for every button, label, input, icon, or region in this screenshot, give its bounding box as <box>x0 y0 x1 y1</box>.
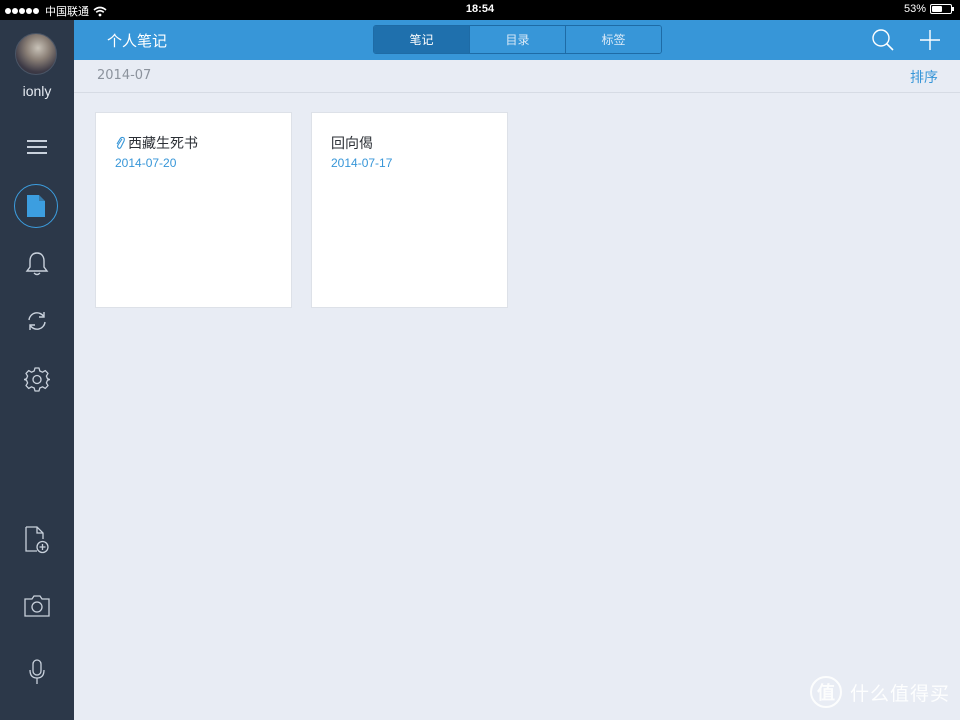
month-header: 2014-07 排序 <box>74 60 960 93</box>
avatar[interactable] <box>15 33 57 75</box>
note-title-row: 回向偈 <box>331 133 373 153</box>
battery-percent: 53% <box>903 3 926 15</box>
menu-icon[interactable] <box>22 132 52 162</box>
clock: 18:54 <box>465 3 495 15</box>
navigation-bar: 个人笔记 笔记 目录 标签 <box>74 20 960 60</box>
note-title: 回向偈 <box>331 136 373 152</box>
sidebar: ionly <box>0 20 74 720</box>
note-title-row: 西藏生死书 <box>115 133 198 153</box>
note-date: 2014-07-20 <box>115 156 177 170</box>
attachment-icon <box>116 136 125 149</box>
tab-catalog[interactable]: 目录 <box>470 26 566 53</box>
watermark: 值 什么值得买 <box>809 676 950 708</box>
note-title: 西藏生死书 <box>128 136 198 152</box>
sync-icon[interactable] <box>22 306 52 336</box>
search-icon <box>872 29 894 51</box>
page-title: 个人笔记 <box>107 32 168 50</box>
tab-notes[interactable]: 笔记 <box>374 26 470 53</box>
note-card[interactable]: 西藏生死书 2014-07-20 <box>95 112 292 308</box>
plus-icon <box>920 30 940 50</box>
notes-icon <box>27 195 45 217</box>
bell-icon[interactable] <box>22 249 52 279</box>
new-note-icon[interactable] <box>22 525 52 555</box>
status-bar: 中国联通 18:54 53% <box>0 0 960 20</box>
gear-icon[interactable] <box>22 364 52 394</box>
sort-button[interactable]: 排序 <box>910 67 938 87</box>
watermark-text: 什么值得买 <box>849 682 950 705</box>
tab-tags[interactable]: 标签 <box>566 26 661 53</box>
notes-nav-button[interactable] <box>14 184 58 228</box>
note-date: 2014-07-17 <box>331 156 393 170</box>
username: ionly <box>22 83 52 99</box>
battery-icon <box>930 4 954 14</box>
add-note-button[interactable] <box>917 27 943 53</box>
month-label: 2014-07 <box>97 68 152 83</box>
search-button[interactable] <box>870 27 896 53</box>
view-segmented-control: 笔记 目录 标签 <box>373 25 662 54</box>
note-card[interactable]: 回向偈 2014-07-17 <box>311 112 508 308</box>
watermark-logo: 值 <box>809 676 842 708</box>
camera-icon[interactable] <box>22 591 52 621</box>
microphone-icon[interactable] <box>22 657 52 687</box>
